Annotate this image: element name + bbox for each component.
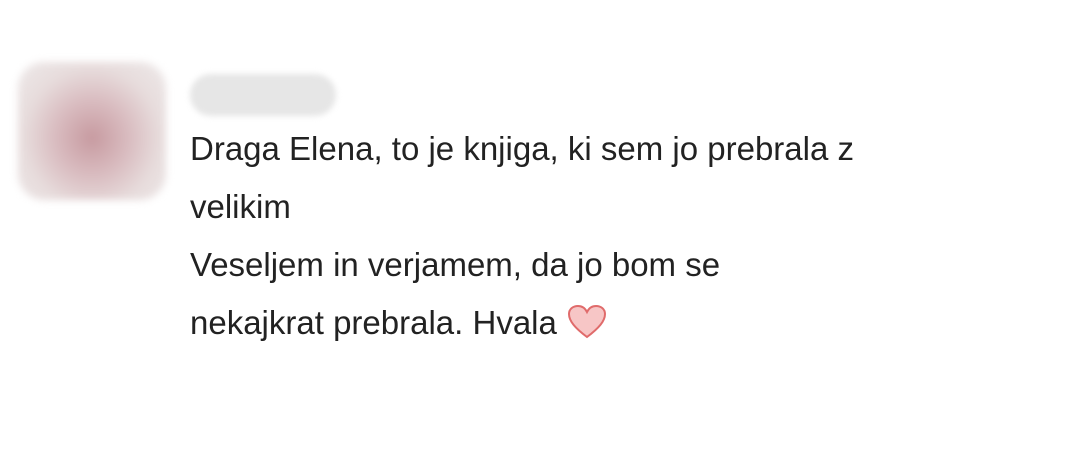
comment-line-1: Draga Elena, to je knjiga, ki sem jo pre… xyxy=(190,130,854,167)
comment-text: Draga Elena, to je knjiga, ki sem jo pre… xyxy=(190,120,1070,358)
comment-line-2: velikim xyxy=(190,188,291,225)
avatar[interactable] xyxy=(18,62,166,200)
heart-icon xyxy=(567,300,607,358)
author-name[interactable] xyxy=(190,74,336,116)
comment-line-4-wrap: nekajkrat prebrala. Hvala xyxy=(190,294,1070,358)
comment: Draga Elena, to je knjiga, ki sem jo pre… xyxy=(0,0,1080,459)
comment-line-4: nekajkrat prebrala. Hvala xyxy=(190,304,557,341)
comment-line-3: Veseljem in verjamem, da jo bom se xyxy=(190,246,721,283)
